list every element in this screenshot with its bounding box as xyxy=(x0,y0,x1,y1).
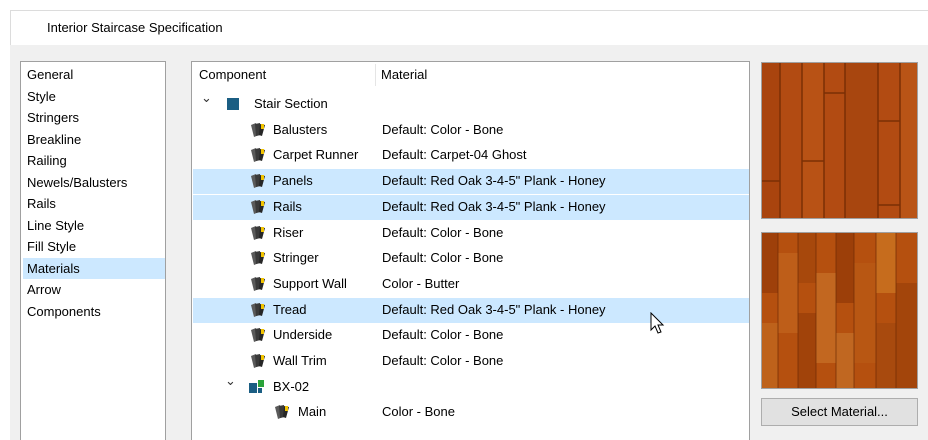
material-preview-flat xyxy=(761,62,918,219)
component-name: Balusters xyxy=(273,121,328,137)
dialog-title-bar: Interior Staircase Specification xyxy=(0,0,928,45)
nav-item-breakline[interactable]: Breakline xyxy=(23,129,165,150)
nav-item-components[interactable]: Components xyxy=(23,301,165,322)
expand-chevron-icon[interactable]: ⌄ xyxy=(201,90,212,106)
material-value: Default: Red Oak 3-4-5" Plank - Honey xyxy=(382,301,606,317)
column-separator[interactable] xyxy=(375,64,376,86)
material-value: Default: Red Oak 3-4-5" Plank - Honey xyxy=(382,173,606,189)
category-list[interactable]: General Style Stringers Breakline Railing New… xyxy=(20,61,166,440)
tree-row-balusters[interactable]: Balusters Default: Color - Bone xyxy=(193,118,749,143)
paint-swatch-icon xyxy=(249,122,267,141)
nav-item-stringers[interactable]: Stringers xyxy=(23,107,165,128)
nav-item-general[interactable]: General xyxy=(23,64,165,85)
dialog-title: Interior Staircase Specification xyxy=(47,20,223,35)
material-value: Default: Color - Bone xyxy=(382,224,504,240)
component-cube-icon xyxy=(249,379,265,397)
paint-swatch-icon xyxy=(249,250,267,269)
component-name: Riser xyxy=(273,224,304,240)
component-name: Stringer xyxy=(273,250,319,266)
component-name: Support Wall xyxy=(273,275,347,291)
material-value: Default: Carpet-04 Ghost xyxy=(382,147,527,163)
paint-swatch-icon xyxy=(249,225,267,244)
select-material-button[interactable]: Select Material... xyxy=(761,398,918,426)
tree-row-stair-section[interactable]: ⌄ Stair Section xyxy=(193,90,749,117)
nav-item-rails[interactable]: Rails xyxy=(23,193,165,214)
component-name: Stair Section xyxy=(254,96,328,111)
mouse-pointer-icon xyxy=(650,312,665,334)
tree-row-rails[interactable]: Rails Default: Red Oak 3-4-5" Plank - Hon… xyxy=(193,194,749,220)
material-value: Default: Color - Bone xyxy=(382,121,504,137)
component-name: Tread xyxy=(273,301,307,317)
tree-row-bx-02[interactable]: ⌄ BX-02 xyxy=(193,373,749,400)
column-header-component[interactable]: Component xyxy=(199,62,266,88)
component-name: BX-02 xyxy=(273,378,310,394)
column-header-material[interactable]: Material xyxy=(381,62,427,88)
paint-swatch-icon xyxy=(273,404,291,423)
paint-swatch-icon xyxy=(249,276,267,295)
expand-chevron-icon[interactable]: ⌄ xyxy=(225,373,236,389)
nav-item-fill-style[interactable]: Fill Style xyxy=(23,236,165,257)
wood-plank-texture-shaded xyxy=(762,233,917,388)
material-value: Default: Color - Bone xyxy=(382,353,504,368)
component-name: Carpet Runner xyxy=(273,147,359,163)
materials-tree[interactable]: Component Material ⌄ Stair Section Baluste… xyxy=(191,61,750,440)
tree-row-main[interactable]: Main Color - Bone xyxy=(193,400,749,425)
tree-row-riser[interactable]: Riser Default: Color - Bone xyxy=(193,221,749,246)
paint-swatch-icon xyxy=(249,199,267,218)
paint-swatch-icon xyxy=(249,173,267,192)
wood-plank-texture-flat xyxy=(762,63,917,218)
dialog-border-left xyxy=(10,10,11,45)
material-value: Default: Red Oak 3-4-5" Plank - Honey xyxy=(382,198,606,214)
blue-square-icon xyxy=(227,98,239,110)
tree-row-stringer[interactable]: Stringer Default: Color - Bone xyxy=(193,246,749,271)
paint-swatch-icon xyxy=(249,353,267,372)
paint-swatch-icon xyxy=(249,327,267,346)
nav-item-arrow[interactable]: Arrow xyxy=(23,279,165,300)
paint-swatch-icon xyxy=(249,147,267,166)
paint-swatch-icon xyxy=(249,302,267,321)
material-value: Default: Color - Bone xyxy=(382,250,504,266)
tree-row-carpet-runner[interactable]: Carpet Runner Default: Carpet-04 Ghost xyxy=(193,143,749,168)
component-name: Main xyxy=(298,404,327,420)
tree-row-panels[interactable]: Panels Default: Red Oak 3-4-5" Plank - Ho… xyxy=(193,169,749,195)
material-value: Color - Bone xyxy=(382,404,455,420)
dialog-border-top xyxy=(10,10,928,11)
component-name: Rails xyxy=(273,198,302,214)
component-name: Underside xyxy=(273,327,333,343)
nav-item-newels-balusters[interactable]: Newels/Balusters xyxy=(23,172,165,193)
nav-item-materials[interactable]: Materials xyxy=(23,257,165,279)
component-name: Panels xyxy=(273,173,313,189)
tree-row-support-wall[interactable]: Support Wall Color - Butter xyxy=(193,272,749,297)
nav-item-line-style[interactable]: Line Style xyxy=(23,215,165,236)
tree-row-wall-trim[interactable]: Wall Trim Default: Color - Bone xyxy=(193,349,749,374)
nav-item-style[interactable]: Style xyxy=(23,86,165,107)
nav-item-railing[interactable]: Railing xyxy=(23,150,165,171)
component-name: Wall Trim xyxy=(273,353,327,368)
material-preview-shaded xyxy=(761,232,918,389)
material-value: Default: Color - Bone xyxy=(382,327,504,343)
material-value: Color - Butter xyxy=(382,275,460,291)
